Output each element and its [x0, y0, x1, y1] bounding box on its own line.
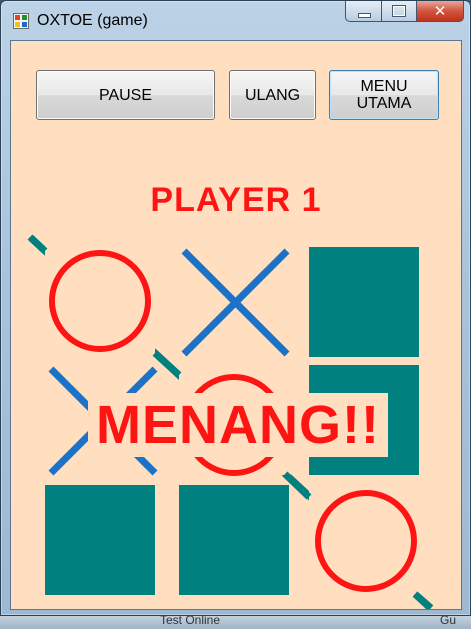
cell-7[interactable] [45, 485, 155, 595]
filled-block [179, 485, 289, 595]
caption-buttons: ✕ [345, 1, 464, 23]
win-message: MENANG!! [88, 393, 388, 457]
cell-8[interactable] [179, 485, 289, 595]
window-title: OXTOE (game) [37, 12, 148, 29]
title-bar[interactable]: OXTOE (game) ✕ [1, 1, 470, 41]
game-window: OXTOE (game) ✕ PAUSE ULANG MENU UTAMA PL… [0, 0, 471, 616]
maximize-button[interactable] [382, 1, 417, 22]
cell-2[interactable] [181, 248, 290, 357]
x-mark-icon [181, 248, 290, 357]
filled-block [45, 485, 155, 595]
cell-1[interactable] [45, 246, 155, 356]
minimize-button[interactable] [345, 1, 382, 22]
cell-3[interactable] [309, 247, 419, 357]
filled-block [309, 247, 419, 357]
close-icon: ✕ [433, 2, 447, 20]
minimize-icon [358, 13, 371, 18]
game-board [27, 234, 434, 609]
close-button[interactable]: ✕ [417, 1, 464, 22]
cell-9[interactable] [309, 487, 423, 597]
app-icon [13, 13, 29, 29]
maximize-icon [392, 5, 406, 17]
game-client-area: PAUSE ULANG MENU UTAMA PLAYER 1 MENANG!! [10, 40, 462, 610]
